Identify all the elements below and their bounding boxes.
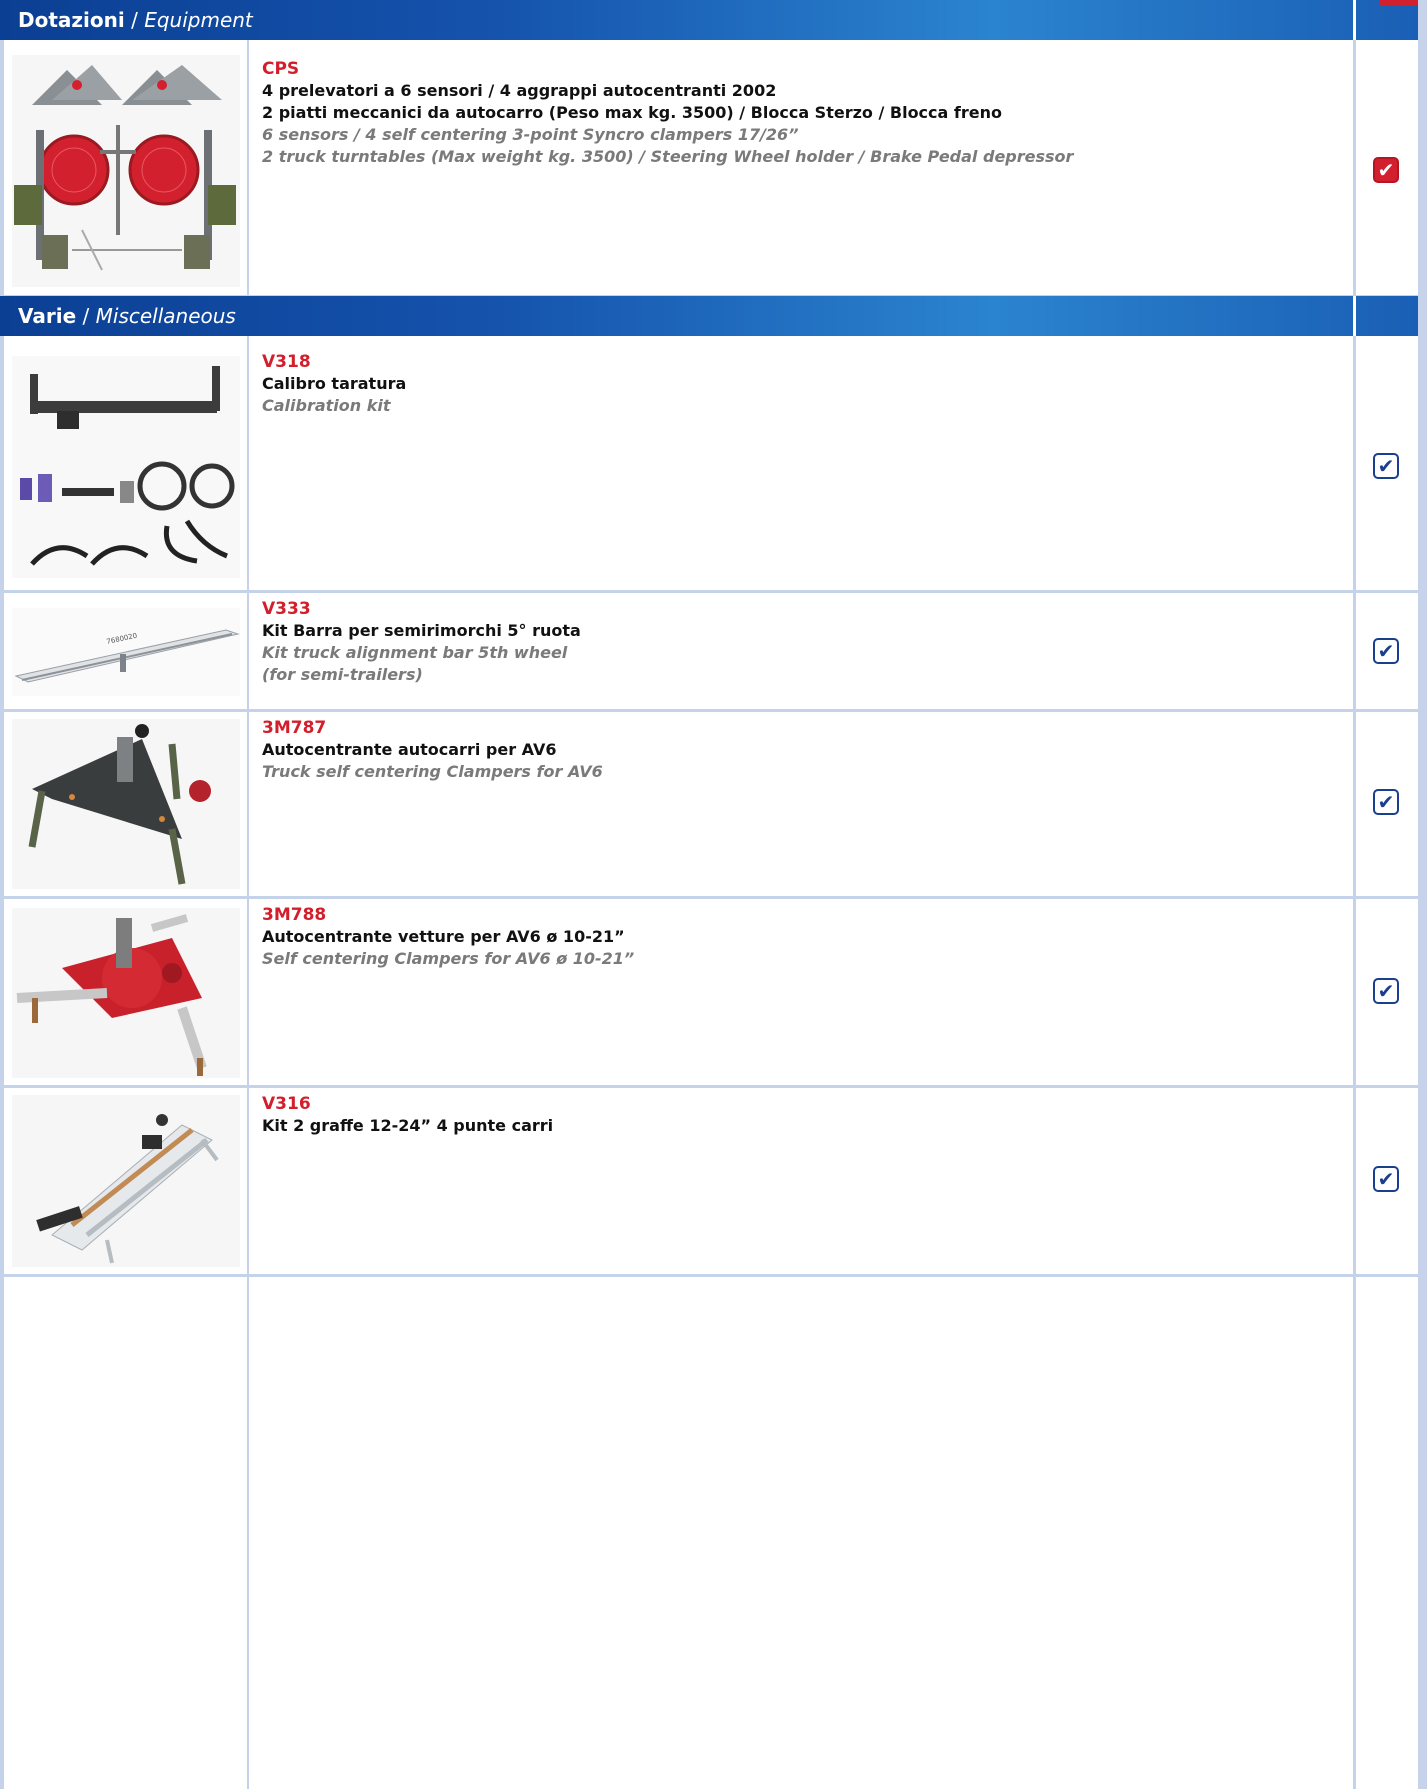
3m787-text-block: 3M787 Autocentrante autocarri per AV6 Tr… [262, 717, 1338, 783]
item-code-3m788: 3M788 [262, 905, 327, 925]
v333-text-block: V333 Kit Barra per semirimorchi 5° ruota… [262, 598, 1338, 686]
3m787-checkbox[interactable]: ✔ [1373, 789, 1399, 815]
3m787-clamper-illustration [12, 719, 240, 889]
item-code-cps: CPS [262, 59, 300, 79]
3m787-clamper-image [12, 719, 240, 889]
section-title-en: Equipment [144, 8, 253, 32]
section-title-it: Dotazioni [18, 8, 125, 32]
v318-calibration-illustration [12, 356, 240, 578]
3m788-clamper-image [12, 908, 240, 1078]
3m787-description-en: Truck self centering Clampers for AV6 [262, 762, 603, 781]
v333-description-it: Kit Barra per semirimorchi 5° ruota [262, 621, 581, 640]
3m788-clamper-illustration [12, 908, 240, 1078]
checkmark-icon: ✔ [1377, 1167, 1395, 1191]
item-row-3m788: 3M788 Autocentrante vetture per AV6 ø 10… [0, 896, 1418, 1088]
item-row-v316: V316 Kit 2 graffe 12-24” 4 punte carri ✔ [0, 1085, 1418, 1277]
v318-description-en: Calibration kit [262, 396, 391, 415]
v333-description-en-2: (for semi-trailers) [262, 665, 423, 684]
cps-kit-illustration [12, 55, 240, 287]
section-title-misc: Varie / Miscellaneous [18, 296, 236, 336]
item-row-3m787: 3M787 Autocentrante autocarri per AV6 Tr… [0, 709, 1418, 899]
empty-row [0, 1274, 1418, 1789]
right-edge-strip [1418, 0, 1427, 1789]
checkmark-icon: ✔ [1377, 790, 1395, 814]
item-row-cps: CPS 4 prelevatori a 6 sensori / 4 aggrap… [0, 40, 1418, 298]
section-title-it: Varie [18, 304, 77, 328]
3m788-checkbox[interactable]: ✔ [1373, 978, 1399, 1004]
cps-description-en-2: 2 truck turntables (Max weight kg. 3500)… [262, 147, 1074, 166]
item-row-v333: 7680020 V333 Kit Barra per semirimorchi … [0, 590, 1418, 712]
cps-text-block: CPS 4 prelevatori a 6 sensori / 4 aggrap… [262, 58, 1338, 168]
3m788-description-it: Autocentrante vetture per AV6 ø 10-21” [262, 927, 625, 946]
header-check-cell [1353, 296, 1418, 336]
section-header-misc: Varie / Miscellaneous [0, 296, 1418, 336]
cps-checkbox[interactable]: ✔ [1373, 157, 1399, 183]
3m788-description-en: Self centering Clampers for AV6 ø 10-21” [262, 949, 635, 968]
v316-text-block: V316 Kit 2 graffe 12-24” 4 punte carri [262, 1093, 1338, 1137]
v316-clamps-image [12, 1095, 240, 1267]
checkmark-icon: ✔ [1377, 979, 1395, 1003]
v316-clamps-illustration [12, 1095, 240, 1267]
v318-text-block: V318 Calibro taratura Calibration kit [262, 351, 1338, 417]
item-code-v318: V318 [262, 352, 311, 372]
item-code-v333: V333 [262, 599, 311, 619]
v316-description-it: Kit 2 graffe 12-24” 4 punte carri [262, 1116, 554, 1135]
red-corner-tab [1380, 0, 1418, 5]
section-title-equipment: Dotazioni / Equipment [18, 0, 253, 40]
cps-description-it-1: 4 prelevatori a 6 sensori / 4 aggrappi a… [262, 81, 777, 100]
section-title-sep: / [82, 304, 90, 328]
checkmark-icon: ✔ [1377, 454, 1395, 478]
section-title-sep: / [131, 8, 138, 32]
v333-bar-illustration: 7680020 [12, 608, 240, 696]
item-code-3m787: 3M787 [262, 718, 327, 738]
3m788-text-block: 3M788 Autocentrante vetture per AV6 ø 10… [262, 904, 1338, 970]
v333-bar-image: 7680020 [12, 608, 240, 696]
checkmark-icon: ✔ [1377, 639, 1395, 663]
3m787-description-it: Autocentrante autocarri per AV6 [262, 740, 557, 759]
cps-kit-image [12, 55, 240, 287]
equipment-sheet: Dotazioni / Equipment CPS 4 prelevatori … [0, 0, 1427, 1789]
item-code-v316: V316 [262, 1094, 311, 1114]
section-header-equipment: Dotazioni / Equipment [0, 0, 1418, 40]
v333-checkbox[interactable]: ✔ [1373, 638, 1399, 664]
cps-description-en-1: 6 sensors / 4 self centering 3-point Syn… [262, 125, 799, 144]
v318-checkbox[interactable]: ✔ [1373, 453, 1399, 479]
item-row-v318: V318 Calibro taratura Calibration kit ✔ [0, 336, 1418, 593]
section-title-en: Miscellaneous [95, 304, 236, 328]
header-check-cell [1353, 0, 1418, 40]
v318-description-it: Calibro taratura [262, 374, 407, 393]
v318-kit-image [12, 356, 240, 578]
v333-description-en-1: Kit truck alignment bar 5th wheel [262, 643, 568, 662]
v316-checkbox[interactable]: ✔ [1373, 1166, 1399, 1192]
checkmark-icon: ✔ [1377, 158, 1395, 182]
cps-description-it-2: 2 piatti meccanici da autocarro (Peso ma… [262, 103, 1002, 122]
